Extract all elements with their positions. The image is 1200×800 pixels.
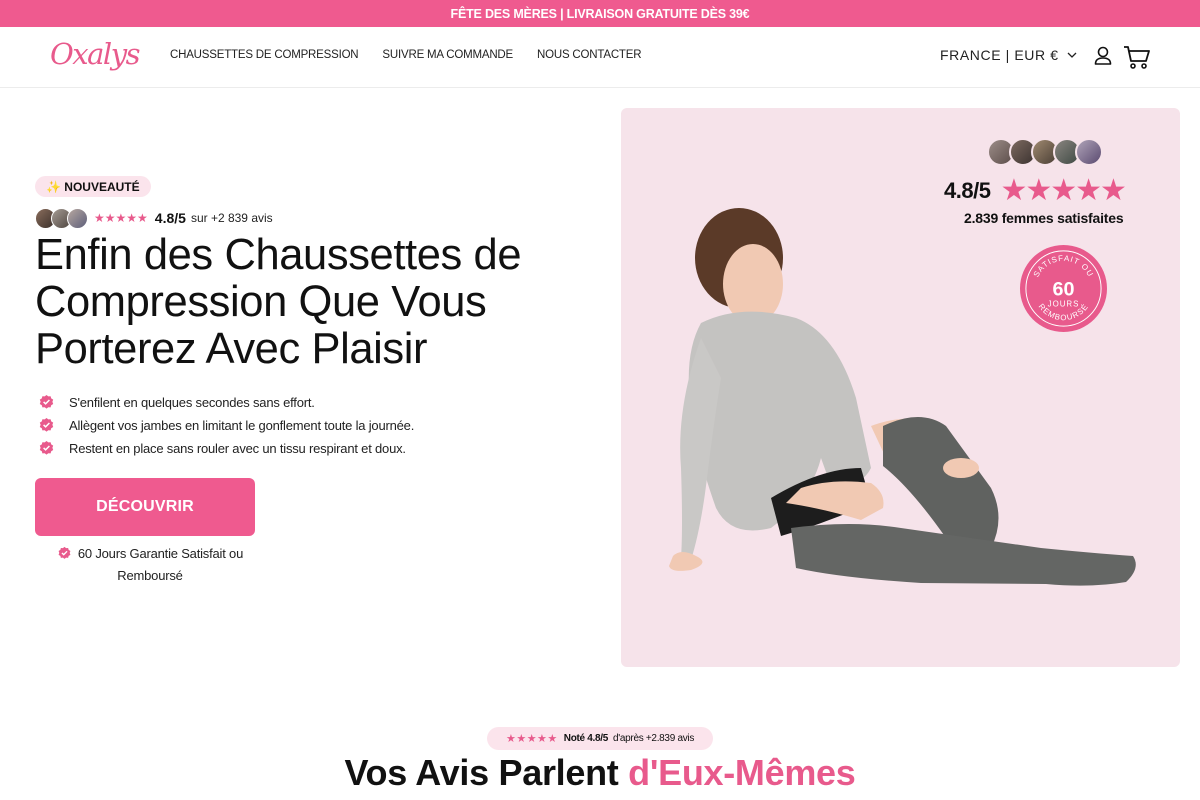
locale-label: FRANCE | EUR € [940,47,1059,63]
hero-headline: Enfin des Chaussettes de Compression Que… [35,231,522,373]
guarantee-note: 60 Jours Garantie Satisfait ou Remboursé [50,543,250,587]
new-badge: ✨ NOUVEAUTÉ [35,176,151,197]
pill-stars: ★★★★★ [505,733,558,745]
check-badge-icon [39,441,54,455]
pill-note: Noté 4.8/5 [563,733,609,744]
nav-track-order[interactable]: SUIVRE MA COMMANDE [382,49,513,61]
brand-logo[interactable]: Oxalys [50,37,140,71]
cart-icon[interactable] [1123,44,1151,70]
site-header: Oxalys CHAUSSETTES DE COMPRESSION SUIVRE… [0,27,1200,88]
hero-product-image: 4.8/5 ★★★★★ 2.839 femmes satisfaites SAT… [621,108,1180,667]
rating-value: 4.8/5 [154,210,186,226]
reviews-rating-pill: ★★★★★ Noté 4.8/5 d'après +2.839 avis [487,727,713,750]
benefit-item: Restent en place sans rouler avec un tis… [38,437,414,460]
discover-button[interactable]: DÉCOUVRIR [35,478,255,536]
benefit-item: Allègent vos jambes en limitant le gonfl… [38,414,414,437]
benefit-text: Allègent vos jambes en limitant le gonfl… [69,418,415,433]
rating-stars: ★★★★★ [94,211,148,225]
nav-contact[interactable]: NOUS CONTACTER [537,49,642,61]
main-nav: CHAUSSETTES DE COMPRESSION SUIVRE MA COM… [170,49,642,61]
avatar [67,207,88,229]
pill-text: d'après +2.839 avis [613,733,695,744]
benefits-list: S'enfilent en quelques secondes sans eff… [38,391,414,460]
model-illustration [669,208,1136,586]
check-badge-icon [39,395,54,409]
chevron-down-icon [1067,52,1077,58]
nav-compression-socks[interactable]: CHAUSSETTES DE COMPRESSION [170,49,359,61]
check-badge-icon [39,418,54,432]
check-badge-icon [58,546,71,559]
hero-rating: ★★★★★ 4.8/5 sur +2 839 avis [35,207,273,229]
user-icon[interactable] [1092,44,1114,68]
reviews-title: Vos Avis Parlent d'Eux-Mêmes [0,752,1200,794]
benefit-item: S'enfilent en quelques secondes sans eff… [38,391,414,414]
reviews-title-plain: Vos Avis Parlent [344,752,629,793]
guarantee-text: 60 Jours Garantie Satisfait ou Remboursé [77,546,244,583]
benefit-text: Restent en place sans rouler avec un tis… [69,441,406,456]
announcement-bar: FÊTE DES MÈRES | LIVRAISON GRATUITE DÈS … [0,0,1200,27]
rating-count: sur +2 839 avis [190,211,273,225]
reviews-title-accent: d'Eux-Mêmes [628,752,856,793]
locale-selector[interactable]: FRANCE | EUR € [940,47,1077,63]
benefit-text: S'enfilent en quelques secondes sans eff… [69,395,315,410]
customer-avatars [35,207,88,229]
announcement-text: FÊTE DES MÈRES | LIVRAISON GRATUITE DÈS … [450,6,750,21]
